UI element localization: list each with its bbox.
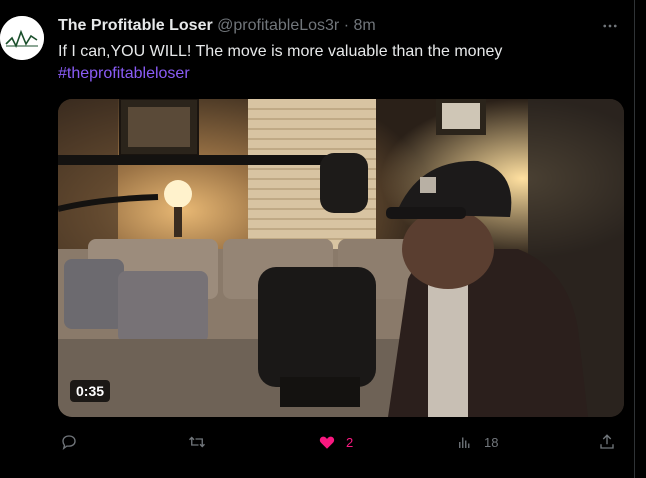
more-options-button[interactable] bbox=[598, 14, 622, 38]
video-player[interactable] bbox=[58, 99, 624, 417]
action-bar: 2 18 bbox=[0, 430, 646, 454]
column-border bbox=[634, 0, 635, 478]
share-button[interactable] bbox=[598, 430, 616, 454]
views-icon bbox=[459, 437, 470, 448]
avatar[interactable] bbox=[0, 16, 44, 60]
chart-logo-icon bbox=[0, 16, 44, 60]
separator: · bbox=[343, 17, 350, 34]
timestamp[interactable]: 8m bbox=[353, 17, 375, 34]
author-name[interactable]: The Profitable Loser bbox=[58, 17, 213, 34]
video-thumbnail bbox=[58, 99, 624, 417]
tweet-header: The Profitable Loser @profitableLos3r · … bbox=[58, 16, 376, 36]
reply-icon bbox=[62, 435, 76, 451]
retweet-button[interactable] bbox=[188, 430, 206, 454]
retweet-icon bbox=[189, 436, 205, 448]
share-icon bbox=[600, 434, 614, 449]
reply-button[interactable] bbox=[60, 430, 78, 454]
author-handle[interactable]: @profitableLos3r bbox=[217, 17, 339, 34]
like-button[interactable]: 2 bbox=[318, 430, 353, 454]
heart-icon bbox=[319, 436, 335, 449]
tweet-text: If I can,YOU WILL! The move is more valu… bbox=[58, 43, 503, 60]
view-count: 18 bbox=[484, 434, 499, 450]
views-button[interactable]: 18 bbox=[456, 430, 498, 454]
like-count: 2 bbox=[346, 434, 354, 450]
video-duration: 0:35 bbox=[70, 380, 111, 402]
tweet[interactable]: The Profitable Loser @profitableLos3r · … bbox=[0, 0, 634, 478]
more-icon bbox=[603, 24, 617, 28]
hashtag-link[interactable]: #theprofitableloser bbox=[58, 63, 190, 85]
